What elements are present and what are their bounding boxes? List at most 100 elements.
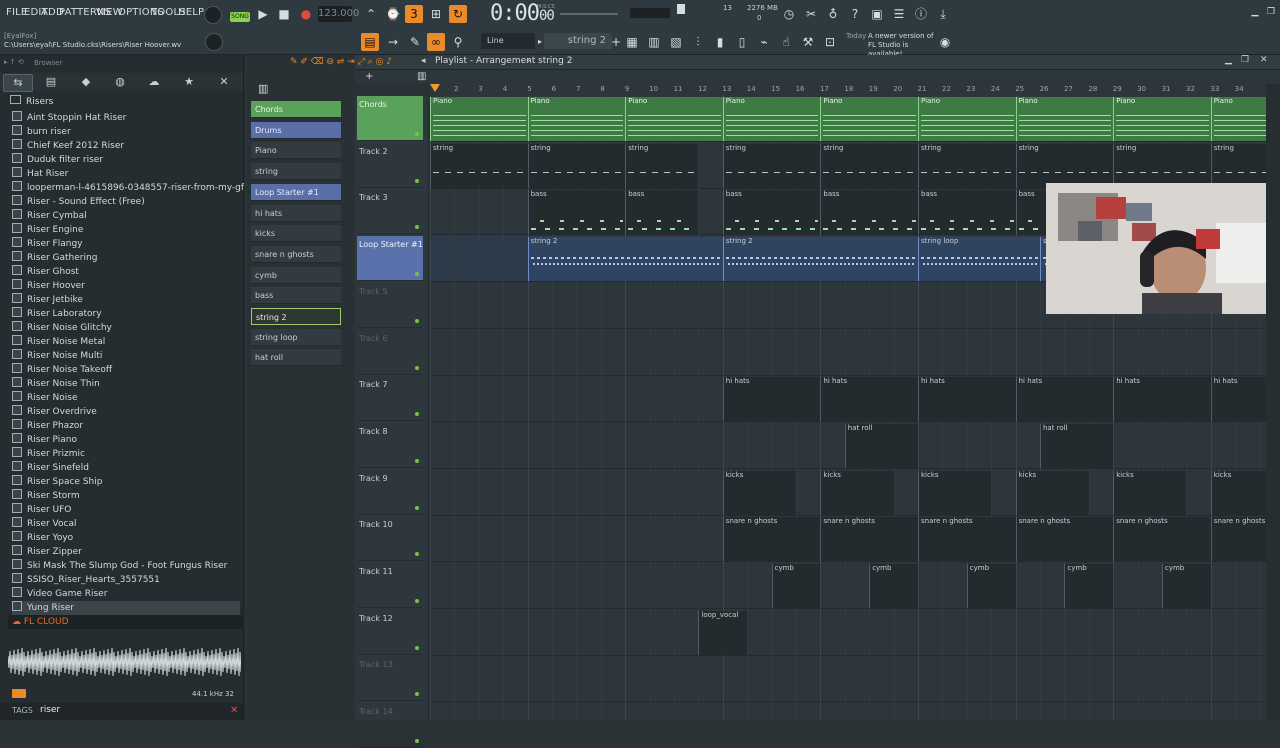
vertical-scrollbar[interactable]	[1266, 84, 1280, 720]
pattern-clip[interactable]: string	[430, 143, 528, 188]
picker-item[interactable]: hi hats	[251, 204, 341, 222]
picker-item[interactable]: bass	[251, 287, 341, 305]
pattern-clip[interactable]: cymb	[771, 564, 821, 608]
browser-item[interactable]: Riser Yoyo	[12, 531, 240, 545]
browser-item[interactable]: Riser Piano	[12, 433, 240, 447]
pattern-clip[interactable]: string	[1210, 143, 1266, 188]
pattern-clip[interactable]: Piano	[1015, 97, 1114, 141]
pattern-clip[interactable]: bass	[625, 190, 699, 235]
pattern-clip[interactable]: cymb	[966, 564, 1016, 608]
clear-tags-icon[interactable]: ✕	[230, 705, 238, 716]
browser-item[interactable]: Duduk filter riser	[12, 153, 240, 167]
browser-item[interactable]: Riser Storm	[12, 489, 240, 503]
pattern-clip[interactable]: snare n ghosts	[722, 517, 821, 562]
picker-item[interactable]: Loop Starter #1	[251, 183, 341, 201]
pattern-clip[interactable]: string loop	[918, 237, 1040, 282]
browser-item[interactable]: Riser Laboratory	[12, 307, 240, 321]
track-header[interactable]: Track 11	[357, 563, 423, 608]
track-header[interactable]: Track 10	[357, 516, 423, 562]
pattern-clip[interactable]: Piano	[820, 97, 918, 141]
track-header[interactable]: Track 8	[357, 423, 423, 468]
track-enable-indicator[interactable]	[415, 599, 419, 603]
pattern-clip[interactable]: bass	[820, 190, 918, 235]
pattern-clip[interactable]: Piano	[1210, 97, 1266, 141]
browser-item[interactable]: Chief Keef 2012 Riser	[12, 139, 240, 153]
pattern-clip[interactable]: kicks	[820, 470, 894, 515]
browser-item[interactable]: Riser Flangy	[12, 237, 240, 251]
pattern-clip[interactable]: kicks	[1015, 470, 1089, 515]
track-enable-indicator[interactable]	[415, 692, 419, 697]
browser-item[interactable]: Riser Engine	[12, 223, 240, 237]
picker-item[interactable]: snare n ghosts	[251, 245, 341, 263]
track-enable-indicator[interactable]	[415, 739, 419, 744]
pattern-clip[interactable]: Piano	[722, 97, 821, 141]
clock-icon[interactable]: ◷	[780, 5, 798, 23]
touch-icon[interactable]: ☝	[777, 33, 795, 51]
track-lane[interactable]	[430, 610, 1266, 656]
pattern-clip[interactable]: Piano	[625, 97, 723, 141]
track-header[interactable]: Track 12	[357, 610, 423, 655]
browser-item[interactable]: Ski Mask The Slump God - Foot Fungus Ris…	[12, 559, 240, 573]
metronome-icon[interactable]: ⌃	[362, 5, 380, 23]
main-pitch-knob[interactable]	[205, 33, 223, 51]
step-edit-icon[interactable]: ⊞	[427, 5, 445, 23]
master-volume-knob[interactable]	[204, 6, 222, 24]
cart-icon[interactable]: ⊡	[821, 33, 839, 51]
browser-item[interactable]: SSISO_Riser_Hearts_3557551	[12, 573, 240, 587]
add-track-icon[interactable]: +	[365, 71, 373, 82]
pattern-clip[interactable]: string	[722, 143, 821, 188]
pattern-clip[interactable]: kicks	[722, 470, 796, 515]
restore-icon[interactable]: ❐	[1262, 3, 1280, 21]
track-enable-indicator[interactable]	[415, 178, 419, 183]
sample-play-icon[interactable]	[12, 689, 26, 698]
picker-item[interactable]: hat roll	[251, 349, 341, 367]
pattern-clip[interactable]: string	[1113, 143, 1211, 188]
pattern-clip[interactable]: string 2	[722, 237, 918, 282]
track-lane[interactable]	[430, 330, 1266, 376]
pattern-clip[interactable]: cymb	[1162, 564, 1211, 608]
playhead-marker[interactable]	[430, 84, 440, 92]
help-icon[interactable]: ?	[846, 5, 864, 23]
fl-cloud-row[interactable]: ☁ FL CLOUD	[8, 615, 244, 629]
picker-item[interactable]: cymb	[251, 266, 341, 284]
picker-item[interactable]: string 2	[251, 308, 341, 325]
track-header[interactable]: Chords	[357, 96, 423, 141]
track-lane[interactable]	[430, 703, 1266, 720]
track-enable-indicator[interactable]	[415, 272, 419, 277]
pattern-clip[interactable]: Piano	[918, 97, 1016, 141]
pattern-clip[interactable]: hi hats	[1015, 377, 1114, 422]
pattern-clip[interactable]: hi hats	[1113, 377, 1211, 422]
plugin-tab-icon[interactable]: ◆	[72, 74, 100, 90]
pattern-clip[interactable]: kicks	[918, 470, 992, 515]
track-header[interactable]: Track 14	[357, 703, 423, 748]
folder-risers[interactable]: Risers	[10, 95, 53, 107]
browser-icon[interactable]: ▮	[711, 33, 729, 51]
loop-record-icon[interactable]: ↻	[449, 5, 467, 23]
browser-item[interactable]: Riser Noise Glitchy	[12, 321, 240, 335]
plug-icon[interactable]: ⌁	[755, 33, 773, 51]
playlist-close-icon[interactable]: ✕	[1260, 55, 1268, 65]
playlist-maximize-icon[interactable]: ❐	[1241, 55, 1249, 65]
browser-item[interactable]: Riser Prizmic	[12, 447, 240, 461]
pattern-clip[interactable]: cymb	[869, 564, 918, 608]
pattern-clip[interactable]: string	[1015, 143, 1114, 188]
pattern-clip[interactable]: kicks	[1210, 470, 1266, 515]
plugin-icon[interactable]: ▯	[733, 33, 751, 51]
picker-item[interactable]: string loop	[251, 328, 341, 346]
playlist-tool-icon[interactable]: ▤	[361, 33, 379, 51]
browser-item[interactable]: looperman-l-4615896-0348557-riser-from-m…	[12, 181, 276, 195]
track-enable-indicator[interactable]	[415, 365, 419, 370]
play-icon[interactable]: ▶	[254, 5, 272, 23]
picker-item[interactable]: Piano	[251, 142, 341, 160]
track-enable-indicator[interactable]	[415, 132, 419, 136]
pattern-clip[interactable]: cymb	[1064, 564, 1114, 608]
playlist-tools[interactable]: ✎ ✐ ⌫ ⊖ ⇌ ⇥ ⤢ ⌕ ◎ ♪	[290, 57, 392, 67]
browser-item[interactable]: Riser Noise Metal	[12, 335, 240, 349]
track-enable-indicator[interactable]	[415, 318, 419, 323]
track-lane[interactable]	[430, 563, 1266, 609]
picker-item[interactable]: Chords	[251, 101, 341, 118]
pattern-clip[interactable]: hi hats	[820, 377, 918, 422]
browser-item[interactable]: Riser Space Ship	[12, 475, 240, 489]
browser-item[interactable]: Riser Noise Thin	[12, 377, 240, 391]
browser-item[interactable]: Riser Hoover	[12, 279, 240, 293]
